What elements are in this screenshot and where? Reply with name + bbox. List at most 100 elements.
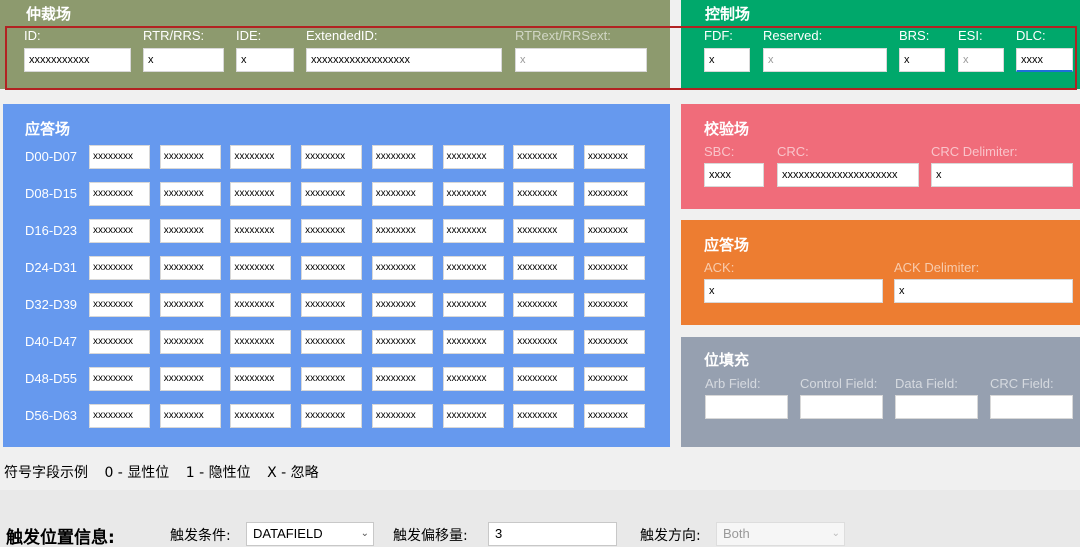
data-byte-input[interactable]: xxxxxxxx — [583, 256, 645, 280]
legend-recessive: 1 - 隐性位 — [185, 465, 251, 481]
trigger-direction-select[interactable]: Both ⌄ — [716, 522, 845, 546]
bit-stuffing-title: 位填充 — [704, 351, 750, 369]
crc-delimiter-input[interactable]: x — [931, 163, 1073, 187]
data-byte-input[interactable]: xxxxxxxx — [159, 256, 221, 280]
data-byte-input[interactable]: xxxxxxxx — [371, 256, 433, 280]
data-row-label: D56-D63 — [25, 408, 78, 423]
data-byte-input[interactable]: xxxxxxxx — [513, 330, 575, 354]
ack-delimiter-input[interactable]: x — [894, 279, 1073, 303]
data-byte-input[interactable]: xxxxxxxx — [159, 367, 221, 391]
data-byte-input[interactable]: xxxxxxxx — [513, 293, 575, 317]
data-byte-input[interactable]: xxxxxxxx — [371, 219, 433, 243]
data-byte-input[interactable]: xxxxxxxx — [442, 367, 504, 391]
chevron-down-icon: ⌄ — [360, 528, 369, 539]
data-byte-input[interactable]: xxxxxxxx — [89, 367, 150, 391]
data-byte-input[interactable]: xxxxxxxx — [230, 293, 292, 317]
brs-input[interactable]: x — [899, 48, 945, 72]
data-byte-input[interactable]: xxxxxxxx — [230, 404, 292, 428]
data-byte-input[interactable]: xxxxxxxx — [301, 293, 363, 317]
trigger-offset-input[interactable]: 3 — [488, 522, 617, 546]
trigger-direction-value: Both — [723, 526, 750, 541]
data-byte-input[interactable]: xxxxxxxx — [159, 330, 221, 354]
crc-field-input[interactable] — [990, 395, 1073, 419]
data-byte-input[interactable]: xxxxxxxx — [583, 219, 645, 243]
id-input[interactable]: xxxxxxxxxxx — [24, 48, 131, 72]
ack-label: ACK: — [704, 260, 735, 275]
data-byte-input[interactable]: xxxxxxxx — [442, 256, 504, 280]
data-byte-input[interactable]: xxxxxxxx — [301, 145, 363, 169]
data-byte-input[interactable]: xxxxxxxx — [513, 145, 575, 169]
data-byte-input[interactable]: xxxxxxxx — [159, 404, 221, 428]
data-byte-input[interactable]: xxxxxxxx — [583, 330, 645, 354]
extended-id-input[interactable]: xxxxxxxxxxxxxxxxxx — [306, 48, 502, 72]
data-byte-input[interactable]: xxxxxxxx — [583, 145, 645, 169]
data-byte-input[interactable]: xxxxxxxx — [89, 404, 150, 428]
data-byte-input[interactable]: xxxxxxxx — [442, 182, 504, 206]
data-byte-input[interactable]: xxxxxxxx — [583, 367, 645, 391]
data-byte-input[interactable]: xxxxxxxx — [301, 182, 363, 206]
data-byte-input[interactable]: xxxxxxxx — [513, 256, 575, 280]
crc-label: CRC: — [777, 144, 809, 159]
data-byte-input[interactable]: xxxxxxxx — [230, 145, 292, 169]
data-byte-input[interactable]: xxxxxxxx — [301, 330, 363, 354]
data-byte-input[interactable]: xxxxxxxx — [442, 330, 504, 354]
data-byte-input[interactable]: xxxxxxxx — [371, 404, 433, 428]
data-byte-input[interactable]: xxxxxxxx — [513, 404, 575, 428]
control-title: 控制场 — [705, 5, 751, 23]
data-byte-input[interactable]: xxxxxxxx — [230, 182, 292, 206]
crc-input[interactable]: xxxxxxxxxxxxxxxxxxxxx — [777, 163, 919, 187]
trigger-condition-select[interactable]: DATAFIELD ⌄ — [246, 522, 374, 546]
dlc-input[interactable]: xxxx — [1016, 48, 1073, 72]
data-byte-input[interactable]: xxxxxxxx — [371, 182, 433, 206]
data-byte-input[interactable]: xxxxxxxx — [89, 293, 150, 317]
data-byte-input[interactable]: xxxxxxxx — [230, 367, 292, 391]
data-byte-input[interactable]: xxxxxxxx — [371, 330, 433, 354]
data-byte-input[interactable]: xxxxxxxx — [159, 182, 221, 206]
data-byte-input[interactable]: xxxxxxxx — [442, 293, 504, 317]
data-byte-input[interactable]: xxxxxxxx — [89, 182, 150, 206]
data-byte-input[interactable]: xxxxxxxx — [442, 404, 504, 428]
arb-field-label: Arb Field: — [705, 376, 761, 391]
data-byte-input[interactable]: xxxxxxxx — [230, 330, 292, 354]
data-byte-input[interactable]: xxxxxxxx — [583, 182, 645, 206]
ide-input[interactable]: x — [236, 48, 294, 72]
data-byte-input[interactable]: xxxxxxxx — [230, 256, 292, 280]
data-byte-input[interactable]: xxxxxxxx — [301, 256, 363, 280]
data-byte-input[interactable]: xxxxxxxx — [442, 219, 504, 243]
trigger-condition-label: 触发条件: — [170, 528, 231, 544]
data-byte-input[interactable]: xxxxxxxx — [159, 219, 221, 243]
reserved-label: Reserved: — [763, 28, 823, 43]
data-byte-input[interactable]: xxxxxxxx — [371, 367, 433, 391]
data-field-input[interactable] — [895, 395, 978, 419]
data-byte-input[interactable]: xxxxxxxx — [513, 219, 575, 243]
data-byte-input[interactable]: xxxxxxxx — [301, 219, 363, 243]
data-byte-input[interactable]: xxxxxxxx — [583, 293, 645, 317]
data-byte-input[interactable]: xxxxxxxx — [230, 219, 292, 243]
data-byte-input[interactable]: xxxxxxxx — [583, 404, 645, 428]
rtrext-rrsext-input[interactable]: x — [515, 48, 647, 72]
esi-input[interactable]: x — [958, 48, 1004, 72]
data-byte-input[interactable]: xxxxxxxx — [159, 145, 221, 169]
legend-caption: 符号字段示例 — [4, 465, 88, 481]
data-byte-input[interactable]: xxxxxxxx — [513, 182, 575, 206]
data-byte-input[interactable]: xxxxxxxx — [442, 145, 504, 169]
data-byte-input[interactable]: xxxxxxxx — [513, 367, 575, 391]
reserved-input[interactable]: x — [763, 48, 887, 72]
arb-field-input[interactable] — [705, 395, 788, 419]
data-byte-input[interactable]: xxxxxxxx — [301, 367, 363, 391]
data-byte-input[interactable]: xxxxxxxx — [301, 404, 363, 428]
data-byte-input[interactable]: xxxxxxxx — [89, 145, 150, 169]
data-byte-input[interactable]: xxxxxxxx — [89, 219, 150, 243]
data-byte-input[interactable]: xxxxxxxx — [89, 256, 150, 280]
data-byte-input[interactable]: xxxxxxxx — [89, 330, 150, 354]
data-byte-input[interactable]: xxxxxxxx — [371, 293, 433, 317]
data-byte-input[interactable]: xxxxxxxx — [371, 145, 433, 169]
data-row-label: D08-D15 — [25, 186, 78, 201]
control-field-input[interactable] — [800, 395, 883, 419]
fdf-input[interactable]: x — [704, 48, 750, 72]
sbc-input[interactable]: xxxx — [704, 163, 764, 187]
data-byte-input[interactable]: xxxxxxxx — [159, 293, 221, 317]
ack-input[interactable]: x — [704, 279, 883, 303]
crc-panel: 校验场 SBC: xxxx CRC: xxxxxxxxxxxxxxxxxxxxx… — [681, 104, 1080, 209]
rtr-rrs-input[interactable]: x — [143, 48, 224, 72]
